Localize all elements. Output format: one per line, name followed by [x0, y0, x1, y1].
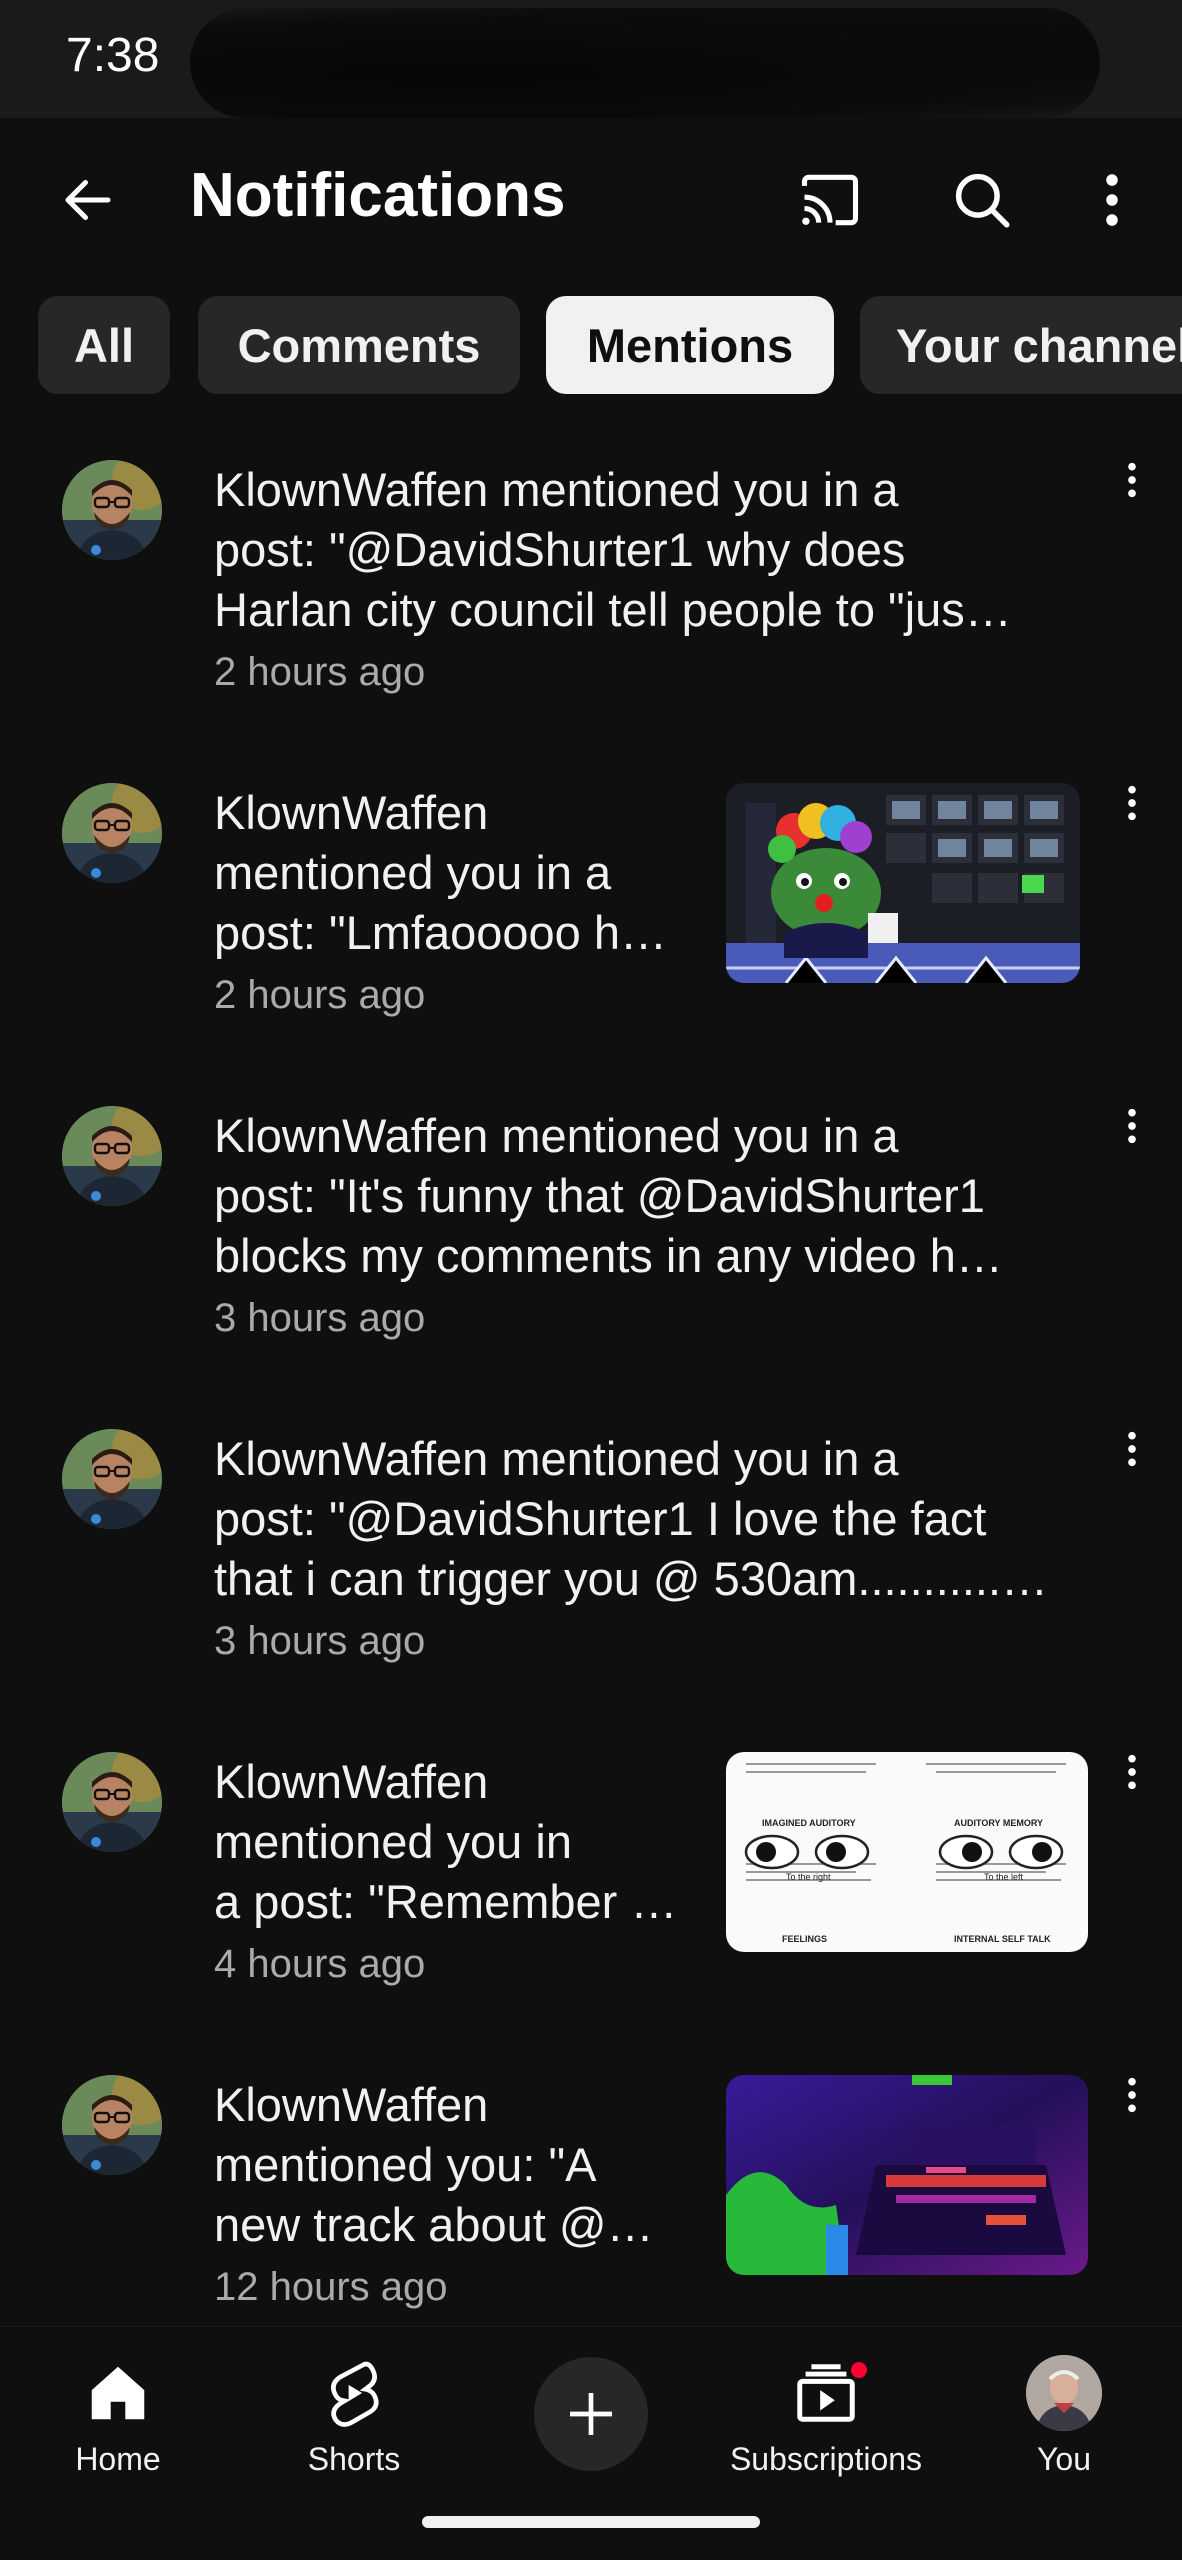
more-vertical-icon	[1128, 785, 1136, 821]
arrow-left-icon	[65, 180, 111, 220]
notification-more-button[interactable]	[1110, 460, 1154, 520]
home-indicator[interactable]	[422, 2516, 760, 2528]
search-button[interactable]	[938, 156, 1026, 244]
thumb-label: To the left	[984, 1872, 1024, 1882]
notification-text: KlownWaffen mentioned you: "A new track …	[214, 2075, 704, 2317]
app-bar: Notifications	[0, 118, 1182, 274]
notification-text: KlownWaffen mentioned you in a post: "It…	[214, 1106, 1094, 1348]
avatar[interactable]	[62, 460, 162, 560]
chip-comments[interactable]: Comments	[198, 296, 520, 394]
notification-time: 3 hours ago	[214, 1296, 426, 1340]
redacted-area	[190, 8, 1100, 118]
avatar[interactable]	[62, 2075, 162, 2175]
page-title: Notifications	[190, 161, 566, 230]
nav-you-label: You	[1037, 2441, 1091, 2477]
more-vertical-icon	[1128, 1754, 1136, 1790]
thumb-label: FEELINGS	[782, 1934, 828, 1944]
more-options-button[interactable]	[1068, 156, 1156, 244]
cast-button[interactable]	[786, 156, 874, 244]
notification-item[interactable]: KlownWaffen mentioned you in a post: "@D…	[0, 460, 1182, 760]
status-time: 7:38	[66, 29, 160, 82]
notification-item[interactable]: KlownWaffen mentioned you in a post: "Lm…	[0, 783, 1182, 1083]
more-vertical-icon	[1128, 1108, 1136, 1144]
notification-more-button[interactable]	[1110, 783, 1154, 843]
create-button[interactable]	[534, 2357, 648, 2471]
notification-item[interactable]: KlownWaffen mentioned you in a post: "It…	[0, 1106, 1182, 1406]
notification-time: 3 hours ago	[214, 1619, 426, 1663]
notification-text: KlownWaffen mentioned you in a post: "@D…	[214, 460, 1094, 702]
thumb-label: To the right	[786, 1872, 831, 1882]
notification-thumbnail[interactable]: IMAGINED AUDITORY AUDITORY MEMORY To the…	[726, 1752, 1088, 1952]
notification-text: KlownWaffen mentioned you in a post: "@D…	[214, 1429, 1094, 1671]
filter-chips: All Comments Mentions Your channel	[0, 296, 1182, 396]
notification-thumbnail[interactable]	[726, 783, 1080, 983]
search-icon	[955, 173, 1010, 228]
notification-more-button[interactable]	[1110, 1429, 1154, 1489]
back-button[interactable]	[44, 156, 132, 244]
more-vertical-icon	[1128, 1431, 1136, 1467]
notification-time: 2 hours ago	[214, 650, 426, 694]
thumb-label: INTERNAL SELF TALK	[954, 1934, 1051, 1944]
thumb-label: IMAGINED AUDITORY	[762, 1818, 856, 1828]
status-bar: 7:38	[0, 0, 1182, 118]
nav-shorts[interactable]: Shorts	[254, 2353, 454, 2478]
notification-more-button[interactable]	[1110, 1752, 1154, 1812]
avatar[interactable]	[62, 1429, 162, 1529]
chip-mentions[interactable]: Mentions	[546, 296, 834, 394]
notification-item[interactable]: KlownWaffen mentioned you in a post: "@D…	[0, 1429, 1182, 1729]
notification-thumbnail[interactable]	[726, 2075, 1088, 2275]
notification-time: 12 hours ago	[214, 2265, 448, 2309]
notification-more-button[interactable]	[1110, 1106, 1154, 1166]
nav-shorts-label: Shorts	[307, 2441, 401, 2477]
nav-you[interactable]: You	[964, 2353, 1164, 2478]
more-vertical-icon	[1128, 462, 1136, 498]
avatar[interactable]	[62, 783, 162, 883]
notification-text: KlownWaffen mentioned you in a post: "Re…	[214, 1752, 704, 1994]
avatar	[1026, 2355, 1102, 2431]
chip-your-channel[interactable]: Your channel	[860, 296, 1182, 394]
chip-all[interactable]: All	[38, 296, 170, 394]
more-vertical-icon	[1106, 174, 1118, 226]
avatar[interactable]	[62, 1752, 162, 1852]
nav-home-label: Home	[75, 2441, 161, 2477]
notification-item[interactable]: KlownWaffen mentioned you in a post: "Re…	[0, 1752, 1182, 2052]
notification-text: KlownWaffen mentioned you in a post: "Lm…	[214, 783, 704, 1025]
notification-time: 2 hours ago	[214, 973, 426, 1017]
cast-icon	[801, 174, 859, 226]
notification-more-button[interactable]	[1110, 2075, 1154, 2135]
nav-subscriptions[interactable]: Subscriptions	[726, 2353, 926, 2478]
notification-time: 4 hours ago	[214, 1942, 426, 1986]
nav-home[interactable]: Home	[18, 2353, 218, 2478]
notification-dot	[848, 2359, 870, 2381]
nav-subscriptions-label: Subscriptions	[729, 2441, 923, 2477]
shorts-icon	[331, 2361, 379, 2427]
avatar[interactable]	[62, 1106, 162, 1206]
plus-icon	[570, 2393, 612, 2435]
home-icon	[91, 2366, 145, 2420]
thumb-label: AUDITORY MEMORY	[954, 1818, 1044, 1828]
more-vertical-icon	[1128, 2077, 1136, 2113]
